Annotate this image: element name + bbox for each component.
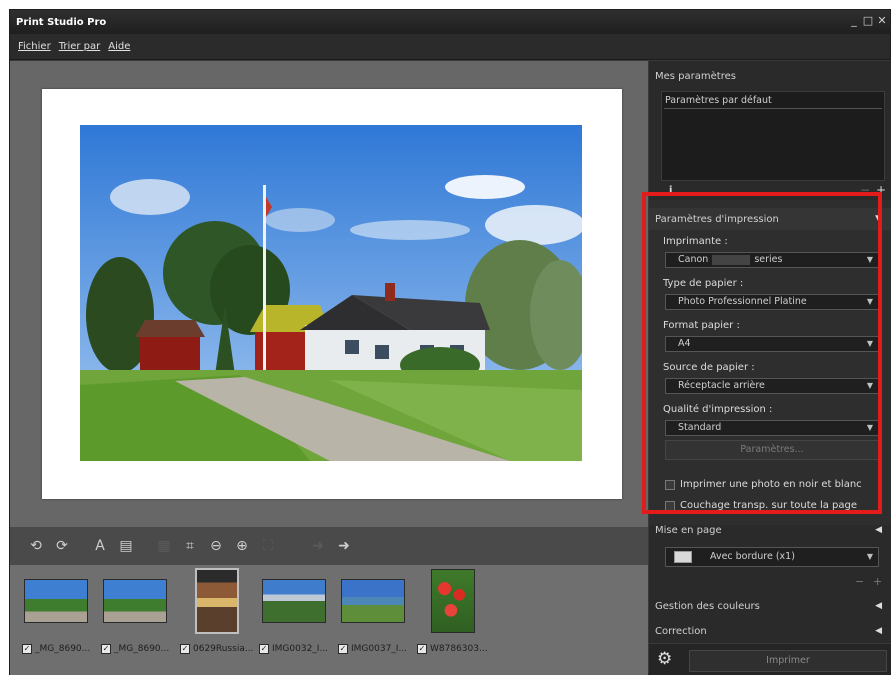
rotate-right-icon[interactable]: ⟳ xyxy=(52,536,72,556)
text-tool-icon[interactable]: A xyxy=(90,536,110,556)
remove-setting-icon: − xyxy=(859,183,870,197)
print-quality-select[interactable]: Standard ▼ xyxy=(665,420,879,436)
menu-file[interactable]: Fichier xyxy=(18,41,51,52)
redacted-model xyxy=(712,254,751,265)
thumbnail[interactable] xyxy=(341,579,405,623)
my-settings-header: Mes paramètres xyxy=(655,70,736,82)
thumbnail-checkbox[interactable]: ✓ xyxy=(22,644,32,654)
my-settings-actions: i − + xyxy=(649,183,891,201)
thumbnail-caption: ✓ _MG_8690... xyxy=(101,644,170,654)
printer-select[interactable]: Canon series ▼ xyxy=(665,252,879,268)
chevron-down-icon: ▼ xyxy=(866,339,873,348)
printer-label: Imprimante : xyxy=(663,236,728,247)
preview-photo[interactable] xyxy=(80,125,582,461)
thumbnail-checkbox[interactable]: ✓ xyxy=(101,644,111,654)
minimize-icon[interactable]: _ xyxy=(848,13,860,29)
layout-plus-icon: + xyxy=(873,575,883,588)
menu-bar: Fichier Trier par Aide xyxy=(10,34,890,60)
crop-icon[interactable]: ⌗ xyxy=(180,536,200,556)
paper-type-label: Type de papier : xyxy=(663,278,744,289)
layout-select[interactable]: Avec bordure (x1) ▼ xyxy=(665,547,879,567)
layout-minus-icon: − xyxy=(855,575,865,588)
thumbnail[interactable] xyxy=(24,579,88,623)
bw-print-option[interactable]: Imprimer une photo en noir et blanc xyxy=(665,479,862,490)
expand-arrow-icon[interactable]: ◀ xyxy=(875,601,882,611)
title-bar: Print Studio Pro _ □ ✕ xyxy=(10,10,890,34)
print-settings-section: Paramètres d'impression ▼ Imprimante : C… xyxy=(649,200,891,525)
zoom-in-icon[interactable]: ⊕ xyxy=(232,536,252,556)
paper-source-label: Source de papier : xyxy=(663,362,755,373)
menu-help[interactable]: Aide xyxy=(108,41,130,52)
bw-print-checkbox[interactable] xyxy=(665,479,675,490)
thumbnail-caption: ✓ 0629Russia... xyxy=(180,644,254,654)
thumbnail-checkbox[interactable]: ✓ xyxy=(259,644,269,654)
window-title: Print Studio Pro xyxy=(16,16,107,28)
previous-arrow-icon[interactable]: ➜ xyxy=(334,536,354,556)
chevron-down-icon: ▼ xyxy=(866,297,873,306)
menu-sort-by[interactable]: Trier par xyxy=(59,41,101,52)
print-preview xyxy=(10,61,648,527)
filmstrip: ✓ _MG_8690... ✓ _MG_8690... ✓ 0629Russia… xyxy=(10,565,648,675)
coating-option[interactable]: Couchage transp. sur toute la page xyxy=(665,500,857,511)
print-settings-header[interactable]: Paramètres d'impression ▼ xyxy=(649,208,891,230)
gear-icon[interactable]: ⚙ xyxy=(657,649,672,669)
paper-size-label: Format papier : xyxy=(663,320,740,331)
paper-source-select[interactable]: Réceptacle arrière ▼ xyxy=(665,378,879,394)
paper-sheet xyxy=(42,89,622,499)
thumbnail-checkbox[interactable]: ✓ xyxy=(417,644,427,654)
thumbnail-caption: ✓ IMG0032_I... xyxy=(259,644,329,654)
thumbnail[interactable] xyxy=(195,568,239,634)
chevron-down-icon: ▼ xyxy=(866,381,873,390)
maximize-icon[interactable]: □ xyxy=(862,13,874,29)
layout-tool-icon: ▦ xyxy=(157,538,171,554)
layout-header[interactable]: Mise en page ◀ xyxy=(649,519,891,541)
chevron-down-icon: ▼ xyxy=(866,423,873,432)
window-controls: _ □ ✕ xyxy=(848,13,888,29)
rotate-left-icon[interactable]: ⟲ xyxy=(26,536,46,556)
print-button[interactable]: Imprimer xyxy=(689,650,887,672)
layout-preview-icon xyxy=(674,551,692,563)
collapse-arrow-icon[interactable]: ◀ xyxy=(875,525,882,535)
print-action-bar: ⚙ Imprimer xyxy=(649,643,891,675)
chevron-down-icon: ▼ xyxy=(866,255,873,264)
app-window: Print Studio Pro _ □ ✕ Fichier Trier par… xyxy=(9,9,891,675)
info-icon[interactable]: i xyxy=(669,185,672,196)
layout-section: Mise en page ◀ Avec bordure (x1) ▼ − + xyxy=(649,525,891,603)
coating-checkbox[interactable] xyxy=(665,500,675,511)
my-settings-item[interactable]: Paramètres par défaut xyxy=(665,95,772,106)
thumbnail[interactable] xyxy=(431,569,475,633)
paper-type-select[interactable]: Photo Professionnel Platine ▼ xyxy=(665,294,879,310)
thumbnail-caption: ✓ _MG_8690... xyxy=(22,644,91,654)
chevron-down-icon: ▼ xyxy=(866,552,873,561)
thumbnail-caption: ✓ IMG0037_I... xyxy=(338,644,408,654)
print-quality-label: Qualité d'impression : xyxy=(663,404,773,415)
page-tool-icon[interactable]: ▤ xyxy=(116,536,136,556)
quality-settings-button: Paramètres... xyxy=(665,440,879,460)
close-icon[interactable]: ✕ xyxy=(876,13,888,29)
thumbnail-caption: ✓ W8786303... xyxy=(417,644,488,654)
zoom-out-icon[interactable]: ⊖ xyxy=(206,536,226,556)
paper-size-select[interactable]: A4 ▼ xyxy=(665,336,879,352)
divider xyxy=(664,108,882,109)
preview-toolbar: ⟲ ⟳ A ▤ ▦ ⌗ ⊖ ⊕ ⛶ ➜ ➜ xyxy=(10,527,648,565)
next-arrow-icon: ➜ xyxy=(312,538,324,554)
thumbnail[interactable] xyxy=(103,579,167,623)
photo-farmhouse-image xyxy=(80,125,582,461)
color-management-header[interactable]: Gestion des couleurs ◀ xyxy=(649,595,891,617)
thumbnail[interactable] xyxy=(262,579,326,623)
collapse-arrow-icon[interactable]: ▼ xyxy=(875,214,882,224)
fit-icon: ⛶ xyxy=(263,538,273,554)
add-setting-icon[interactable]: + xyxy=(876,183,886,197)
thumbnail-checkbox[interactable]: ✓ xyxy=(180,644,190,654)
expand-arrow-icon[interactable]: ◀ xyxy=(875,626,882,636)
settings-panel: Mes paramètres Paramètres par défaut i −… xyxy=(649,61,891,675)
correction-header[interactable]: Correction ◀ xyxy=(649,620,891,642)
my-settings-list[interactable]: Paramètres par défaut xyxy=(661,91,885,181)
thumbnail-checkbox[interactable]: ✓ xyxy=(338,644,348,654)
